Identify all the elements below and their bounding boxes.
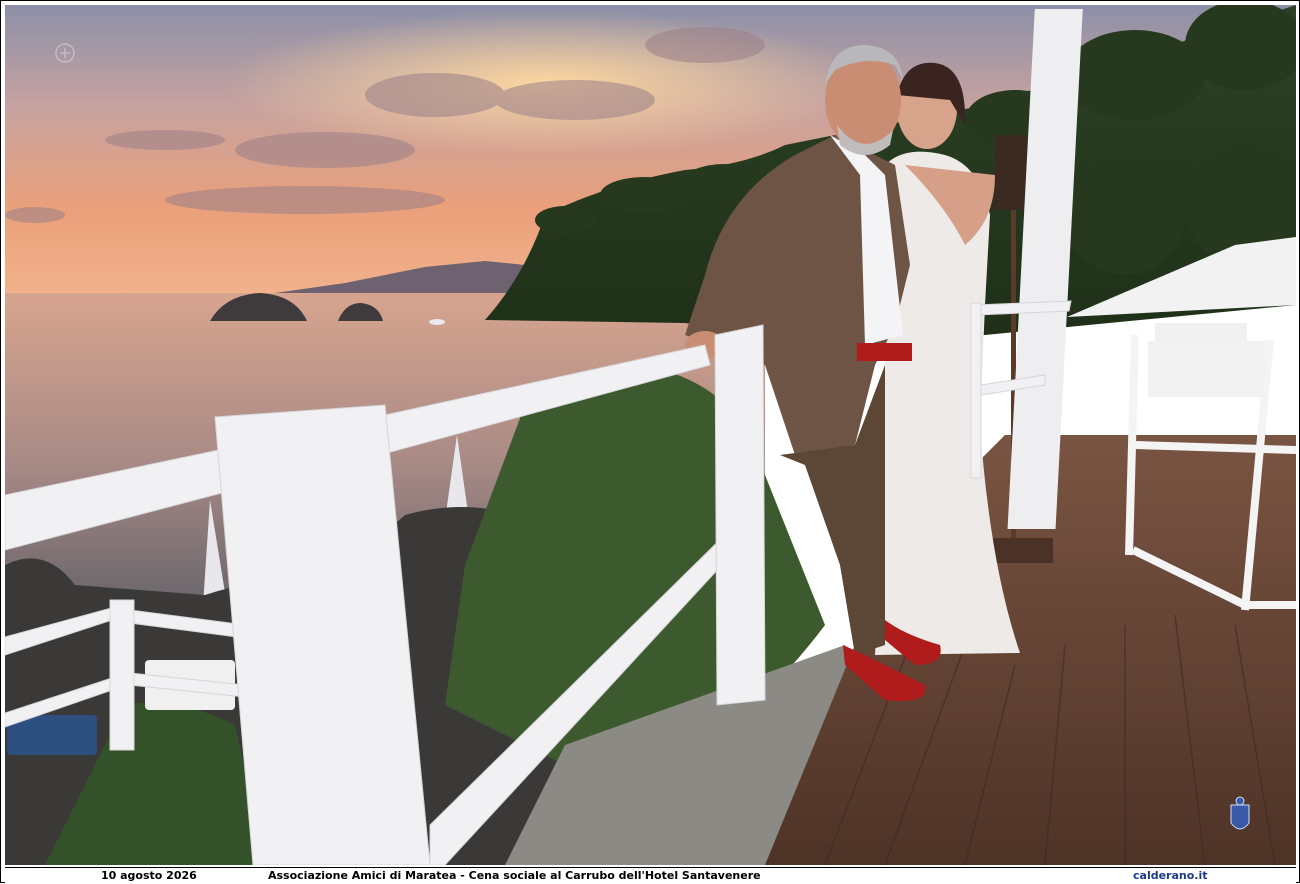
caption-date: 10 agosto 2026: [101, 869, 197, 882]
caption-bar: 10 agosto 2026 Associazione Amici di Mar…: [5, 867, 1296, 884]
photo-frame: 10 agosto 2026 Associazione Amici di Mar…: [0, 0, 1300, 884]
boat: [429, 319, 445, 325]
sunset-terrace-photo: [5, 5, 1296, 865]
caption-site-link[interactable]: calderano.it: [1133, 868, 1208, 884]
caption-event-title: Associazione Amici di Maratea - Cena soc…: [268, 869, 761, 882]
